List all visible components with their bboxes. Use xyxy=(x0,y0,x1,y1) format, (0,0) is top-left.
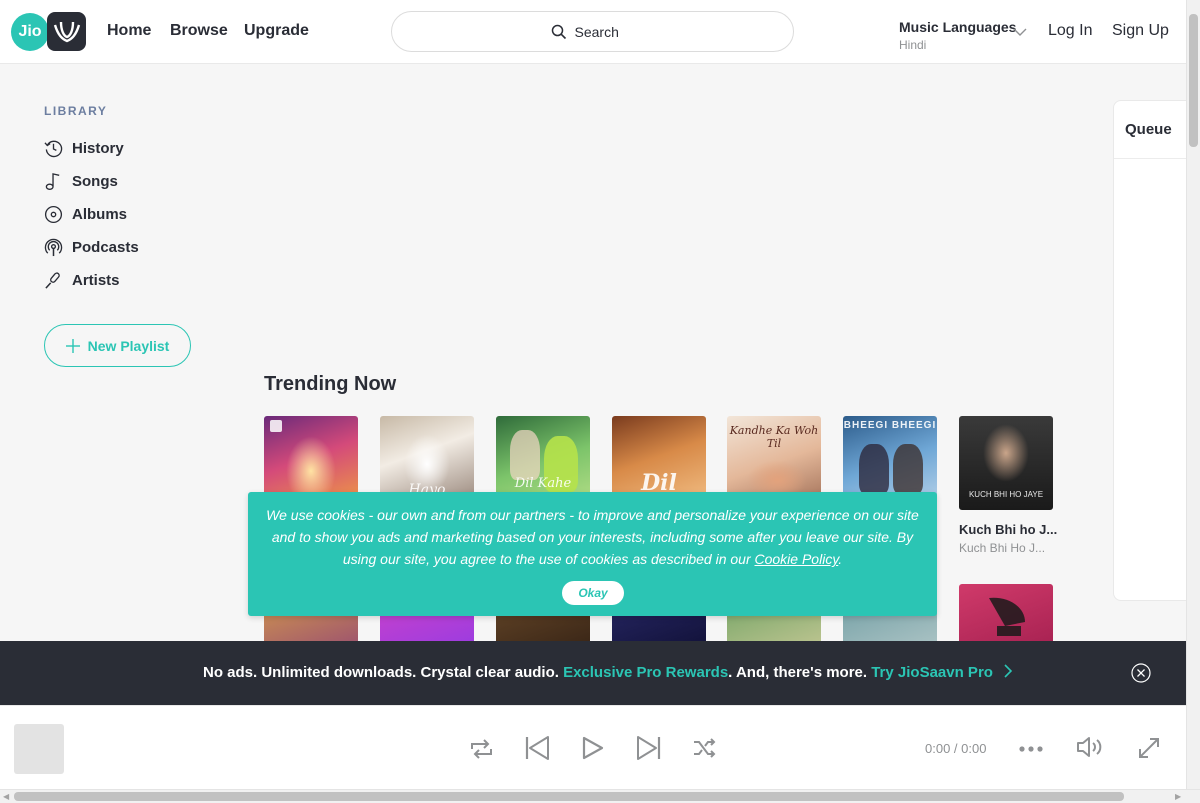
logo-text: Jio xyxy=(18,23,42,40)
jiosaavn-logo[interactable]: Jio xyxy=(11,12,86,52)
sidebar-item-artists[interactable]: Artists xyxy=(44,268,120,292)
promo-text: No ads. Unlimited downloads. Crystal cle… xyxy=(203,664,1013,681)
scroll-right-icon[interactable]: ▶ xyxy=(1175,792,1181,801)
label-badge-icon xyxy=(270,420,282,432)
history-icon xyxy=(44,140,63,157)
cover-text: Dil Kahe xyxy=(514,476,572,491)
promo-text-1: No ads. Unlimited downloads. Crystal cle… xyxy=(203,664,564,681)
shuffle-icon[interactable] xyxy=(692,737,717,759)
player-bar: 0:00 / 0:00 xyxy=(0,705,1186,790)
album-icon xyxy=(44,205,63,223)
queue-title: Queue xyxy=(1125,121,1172,138)
chevron-right-icon[interactable] xyxy=(1003,664,1013,678)
cover-art xyxy=(510,430,540,480)
login-link[interactable]: Log In xyxy=(1048,22,1092,40)
cover-art xyxy=(893,444,923,494)
now-playing-thumbnail xyxy=(14,724,64,774)
repeat-icon[interactable] xyxy=(469,738,494,760)
close-icon[interactable] xyxy=(1131,663,1151,683)
music-languages-selector[interactable]: Music Languages Hindi xyxy=(899,19,1016,52)
sidebar-item-albums[interactable]: Albums xyxy=(44,202,127,226)
playback-time: 0:00 / 0:00 xyxy=(925,741,987,756)
horizontal-scroll-thumb[interactable] xyxy=(14,792,1124,801)
scroll-left-icon[interactable]: ◀ xyxy=(3,792,9,801)
more-options-icon[interactable] xyxy=(1018,745,1044,753)
vertical-scroll-thumb[interactable] xyxy=(1189,14,1198,147)
search-bar[interactable] xyxy=(391,11,794,52)
search-icon xyxy=(551,24,566,39)
jio-logo-circle: Jio xyxy=(11,13,49,51)
library-label: LIBRARY xyxy=(44,104,108,118)
chevron-down-icon[interactable] xyxy=(1013,28,1027,37)
sidebar-item-label: Songs xyxy=(72,172,118,190)
nav-upgrade[interactable]: Upgrade xyxy=(244,22,309,40)
promo-text-2: . And, there's more. xyxy=(728,664,872,681)
album-title[interactable]: Kuch Bhi ho J... xyxy=(959,522,1057,537)
nav-home[interactable]: Home xyxy=(107,22,151,40)
nav-browse[interactable]: Browse xyxy=(170,22,228,40)
exclusive-pro-rewards-link[interactable]: Exclusive Pro Rewards xyxy=(563,664,728,681)
cookie-banner: We use cookies - our own and from our pa… xyxy=(248,492,937,616)
album-tile[interactable]: KUCH BHI HO JAYE xyxy=(959,416,1053,510)
try-jiosaavn-pro-link[interactable]: Try JioSaavn Pro xyxy=(871,664,993,681)
cover-art xyxy=(859,444,889,494)
cover-text: KUCH BHI HO JAYE xyxy=(968,490,1044,499)
cover-text: BHEEGI BHEEGI xyxy=(843,420,937,431)
pro-promo-bar: No ads. Unlimited downloads. Crystal cle… xyxy=(0,641,1186,705)
play-icon[interactable] xyxy=(582,736,604,760)
cover-text: Kandhe Ka Woh Til xyxy=(729,424,819,450)
volume-icon[interactable] xyxy=(1076,736,1104,758)
new-playlist-label: New Playlist xyxy=(87,337,170,354)
music-languages-label: Music Languages xyxy=(899,19,1017,35)
new-playlist-button[interactable]: New Playlist xyxy=(44,324,191,367)
next-icon[interactable] xyxy=(636,735,661,761)
music-note-icon xyxy=(45,172,60,190)
sidebar-item-history[interactable]: History xyxy=(44,136,124,160)
cookie-okay-button[interactable]: Okay xyxy=(562,581,624,605)
album-subtitle[interactable]: Kuch Bhi Ho J... xyxy=(959,541,1045,555)
microphone-icon xyxy=(45,271,60,289)
sidebar-item-label: Albums xyxy=(72,205,128,223)
search-input[interactable] xyxy=(574,23,635,40)
expand-icon[interactable] xyxy=(1137,736,1161,760)
music-languages-value: Hindi xyxy=(899,38,927,52)
cover-art xyxy=(983,424,1029,482)
vertical-scrollbar[interactable] xyxy=(1186,0,1200,790)
trending-now-title: Trending Now xyxy=(264,373,397,395)
signup-link[interactable]: Sign Up xyxy=(1112,22,1169,40)
cookie-text: We use cookies - our own and from our pa… xyxy=(264,504,921,570)
plus-icon xyxy=(65,338,80,353)
cookie-end: . xyxy=(838,551,843,567)
cookie-policy-link[interactable]: Cookie Policy xyxy=(755,551,839,567)
sidebar-item-label: Artists xyxy=(72,271,120,289)
sidebar-item-label: Podcasts xyxy=(72,238,139,256)
saavn-logo-icon xyxy=(47,12,86,51)
podcast-icon xyxy=(44,238,63,256)
sidebar-item-label: History xyxy=(72,139,124,157)
horizontal-scrollbar[interactable]: ◀ ▶ xyxy=(0,789,1200,803)
sidebar-item-podcasts[interactable]: Podcasts xyxy=(44,235,139,259)
sidebar-item-songs[interactable]: Songs xyxy=(44,169,118,193)
previous-icon[interactable] xyxy=(525,735,550,761)
gramophone-icon xyxy=(989,597,1025,636)
top-header: Jio Home Browse Upgrade Music Languages … xyxy=(0,0,1186,64)
